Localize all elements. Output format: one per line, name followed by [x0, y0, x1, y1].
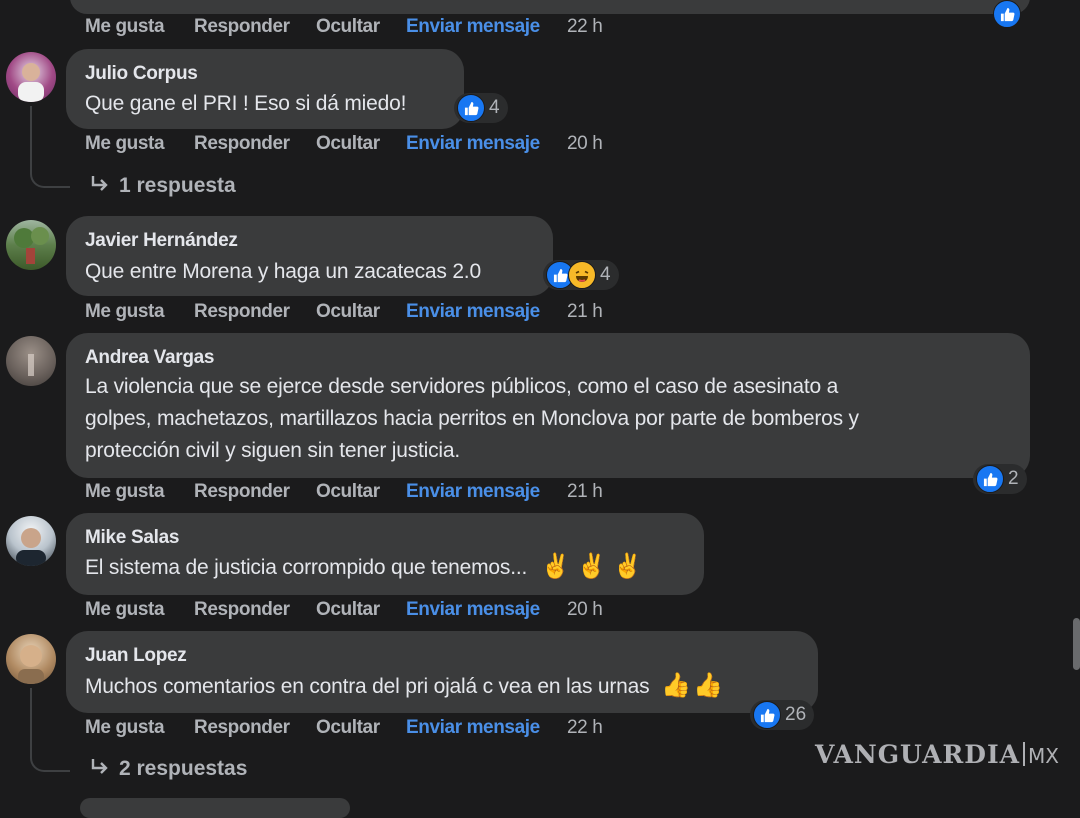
watermark-suffix: MX: [1028, 744, 1060, 768]
reaction-count: 26: [785, 704, 807, 725]
comment-text-line: La violencia que se ejerce desde servido…: [85, 375, 839, 398]
like-reaction-icon: [753, 701, 781, 729]
reply-button[interactable]: Responder: [194, 301, 290, 323]
reaction-badge[interactable]: 4: [454, 93, 508, 123]
thumbs-up-emoji: 👍👍: [661, 672, 725, 699]
like-reaction-icon: [457, 94, 485, 122]
reply-button[interactable]: Responder: [194, 599, 290, 621]
comment-author[interactable]: Andrea Vargas: [85, 347, 214, 369]
avatar[interactable]: [6, 336, 56, 386]
comment-author[interactable]: Javier Hernández: [85, 230, 238, 252]
timestamp[interactable]: 21 h: [567, 301, 603, 323]
reaction-count: 4: [600, 264, 611, 285]
timestamp[interactable]: 22 h: [567, 16, 603, 38]
comment-author[interactable]: Mike Salas: [85, 527, 179, 549]
reply-button[interactable]: Responder: [194, 133, 290, 155]
send-message-button[interactable]: Enviar mensaje: [406, 717, 540, 739]
avatar[interactable]: [6, 52, 56, 102]
timestamp[interactable]: 20 h: [567, 133, 603, 155]
watermark-divider: [1023, 742, 1026, 766]
hide-button[interactable]: Ocultar: [316, 481, 380, 503]
scrollbar-thumb[interactable]: [1073, 618, 1080, 670]
next-comment-bubble-edge: [80, 798, 350, 818]
comment-text: Que entre Morena y haga un zacatecas 2.0: [85, 260, 481, 283]
hide-button[interactable]: Ocultar: [316, 717, 380, 739]
reaction-badge[interactable]: 2: [973, 464, 1027, 494]
hide-button[interactable]: Ocultar: [316, 16, 380, 38]
top-reaction-badge[interactable]: [993, 0, 1021, 28]
send-message-button[interactable]: Enviar mensaje: [406, 133, 540, 155]
hide-button[interactable]: Ocultar: [316, 599, 380, 621]
avatar[interactable]: [6, 516, 56, 566]
comment-text-line: golpes, machetazos, martillazos hacia pe…: [85, 407, 859, 430]
thread-connector: [30, 744, 70, 772]
like-button[interactable]: Me gusta: [85, 599, 165, 621]
reply-arrow-icon: [91, 759, 108, 774]
hide-button[interactable]: Ocultar: [316, 133, 380, 155]
thread-line: [30, 106, 32, 168]
like-reaction-icon: [993, 0, 1021, 28]
send-message-button[interactable]: Enviar mensaje: [406, 599, 540, 621]
view-replies-link[interactable]: 2 respuestas: [119, 757, 247, 781]
timestamp[interactable]: 21 h: [567, 481, 603, 503]
hide-button[interactable]: Ocultar: [316, 301, 380, 323]
previous-comment-bubble-edge: [70, 0, 1030, 14]
like-button[interactable]: Me gusta: [85, 133, 165, 155]
like-button[interactable]: Me gusta: [85, 717, 165, 739]
timestamp[interactable]: 22 h: [567, 717, 603, 739]
vanguardia-watermark: VANGUARDIA MX: [815, 740, 1059, 769]
comment-author[interactable]: Julio Corpus: [85, 63, 198, 85]
reply-button[interactable]: Responder: [194, 481, 290, 503]
send-message-button[interactable]: Enviar mensaje: [406, 16, 540, 38]
like-reaction-icon: [976, 465, 1004, 493]
comment-author[interactable]: Juan Lopez: [85, 645, 187, 667]
thread-line: [30, 688, 32, 748]
victory-hand-emoji: ✌️✌️✌️: [540, 553, 649, 580]
timestamp[interactable]: 20 h: [567, 599, 603, 621]
send-message-button[interactable]: Enviar mensaje: [406, 481, 540, 503]
reaction-count: 4: [489, 97, 500, 118]
like-button[interactable]: Me gusta: [85, 301, 165, 323]
comment-text-line: protección civil y siguen sin tener just…: [85, 439, 461, 462]
like-button[interactable]: Me gusta: [85, 16, 165, 38]
comment-text-content: El sistema de justicia corrompido que te…: [85, 556, 528, 579]
comment-text: Muchos comentarios en contra del pri oja…: [85, 671, 725, 703]
reaction-badge[interactable]: 4: [543, 260, 619, 290]
comment-text: El sistema de justicia corrompido que te…: [85, 552, 648, 584]
thread-connector: [30, 160, 70, 188]
avatar[interactable]: [6, 634, 56, 684]
watermark-brand: VANGUARDIA: [815, 740, 1021, 769]
reaction-count: 2: [1008, 468, 1019, 489]
reply-button[interactable]: Responder: [194, 16, 290, 38]
haha-reaction-icon: [568, 261, 596, 289]
view-replies-link[interactable]: 1 respuesta: [119, 174, 236, 198]
comment-text-content: Muchos comentarios en contra del pri oja…: [85, 675, 650, 698]
avatar[interactable]: [6, 220, 56, 270]
reply-button[interactable]: Responder: [194, 717, 290, 739]
reply-arrow-icon: [91, 176, 108, 191]
reaction-badge[interactable]: 26: [750, 700, 815, 730]
comment-text: Que gane el PRI ! Eso si dá miedo!: [85, 92, 407, 115]
send-message-button[interactable]: Enviar mensaje: [406, 301, 540, 323]
like-button[interactable]: Me gusta: [85, 481, 165, 503]
